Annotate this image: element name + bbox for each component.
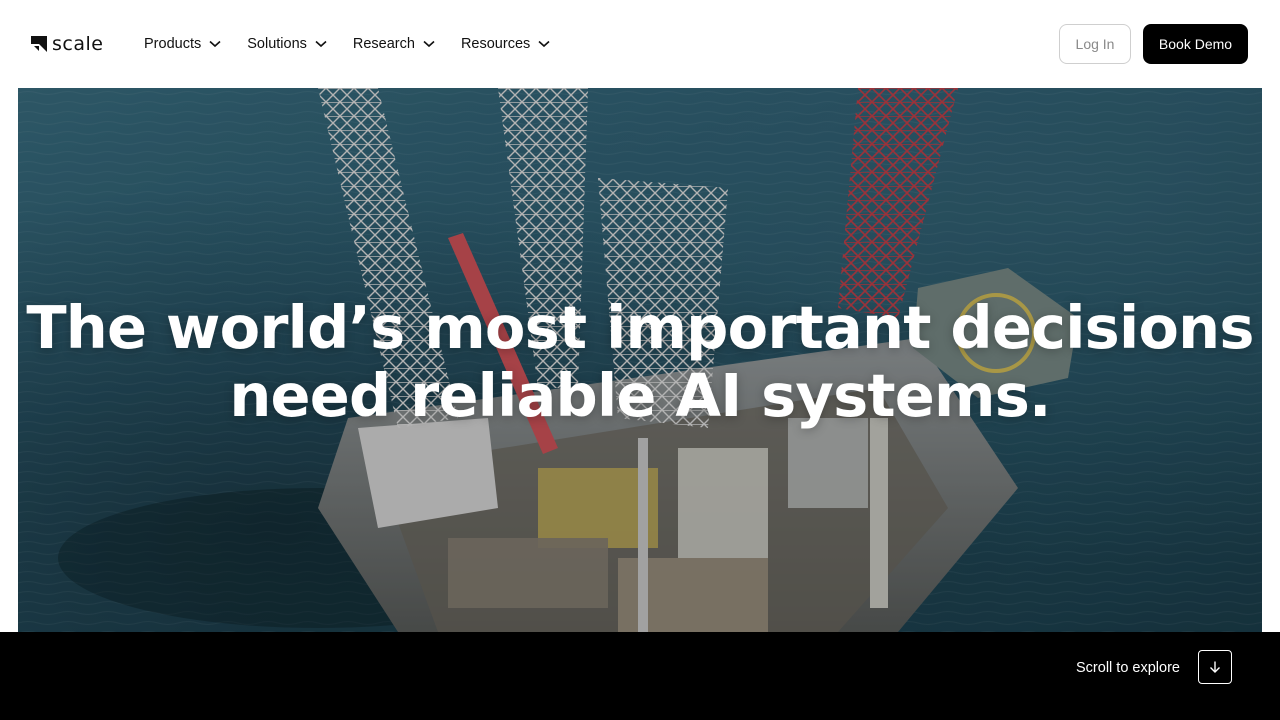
nav-item-solutions[interactable]: Solutions — [247, 36, 327, 52]
scale-logo-mark-icon — [31, 36, 47, 52]
hero-headline: The world’s most important decisions nee… — [18, 294, 1262, 430]
hero-section: The world’s most important decisions nee… — [18, 88, 1262, 632]
nav-item-label: Solutions — [247, 36, 307, 52]
chevron-down-icon — [209, 40, 221, 48]
nav-item-label: Products — [144, 36, 202, 52]
scroll-label: Scroll to explore — [1076, 660, 1180, 676]
nav-item-label: Research — [352, 36, 415, 52]
nav-item-products[interactable]: Products — [144, 36, 221, 52]
main-nav: Products Solutions Research Resources — [144, 32, 576, 56]
book-demo-button[interactable]: Book Demo — [1143, 24, 1248, 64]
chevron-down-icon — [423, 40, 435, 48]
chevron-down-icon — [538, 40, 550, 48]
nav-item-resources[interactable]: Resources — [461, 36, 550, 52]
hero-headline-line: The world’s most important decisions — [26, 293, 1254, 362]
nav-item-label: Resources — [460, 36, 531, 52]
nav-item-research[interactable]: Research — [353, 36, 435, 52]
logo[interactable]: scale — [31, 33, 104, 55]
login-button[interactable]: Log In — [1059, 24, 1131, 64]
logo-wordmark: scale — [52, 33, 104, 55]
chevron-down-icon — [315, 40, 327, 48]
scroll-down-button[interactable] — [1198, 650, 1232, 684]
site-header: scale Products Solutions Research Resour… — [0, 0, 1280, 88]
arrow-down-icon — [1210, 661, 1220, 673]
hero-headline-line: need reliable AI systems. — [229, 361, 1051, 430]
